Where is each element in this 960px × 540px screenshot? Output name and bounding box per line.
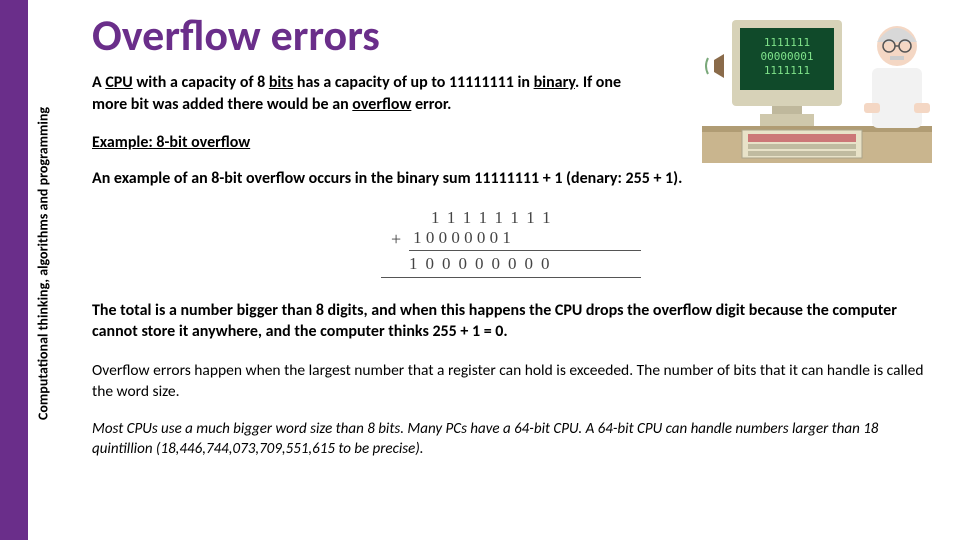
intro-text: A [92,73,105,92]
math-row-mid: + 1 0 0 0 0 0 0 1 [381,228,641,251]
math-row-top: 11111111 [381,208,641,228]
intro-paragraph: A CPU with a capacity of 8 bits has a ca… [92,72,652,115]
sidebar-purple: Computer Science [0,0,28,540]
intro-text: error. [411,95,451,114]
keyboard-keys-icon [748,134,856,156]
sidebar-sub-label: Computational thinking, algorithms and p… [35,107,52,420]
explain-paragraph-2: Overflow errors happen when the largest … [92,361,930,403]
intro-text: with a capacity of 8 [133,73,269,92]
intro-text: has a capacity of up to 11111111 in [293,73,533,92]
screen-line-1: 1111111 [764,36,810,49]
explain-paragraph-1: The total is a number bigger than 8 digi… [92,300,930,343]
footnote: Most CPUs use a much bigger word size th… [92,419,930,460]
speaker-icon [706,54,724,78]
math-block: 11111111 + 1 0 0 0 0 0 0 1 100000000 [381,208,641,278]
math-addend: 1 0 0 0 0 0 0 1 [409,228,641,251]
example-text: An example of an 8-bit overflow occurs i… [92,168,930,190]
link-bits[interactable]: bits [269,73,293,92]
content-area: Overflow errors A CPU with a capacity of… [70,0,950,540]
scientist-illustration: 1111111 00000001 1111111 [702,8,932,163]
monitor-base-icon [760,114,814,126]
link-cpu[interactable]: CPU [105,73,132,92]
scientist-icon [864,26,930,128]
monitor-stand-icon [772,106,802,114]
math-result: 100000000 [381,251,641,278]
screen-line-2: 00000001 [761,50,814,63]
screen-line-3: 1111111 [764,64,810,77]
link-binary[interactable]: binary [534,73,575,92]
link-overflow[interactable]: overflow [352,95,411,114]
plus-icon: + [381,229,401,250]
